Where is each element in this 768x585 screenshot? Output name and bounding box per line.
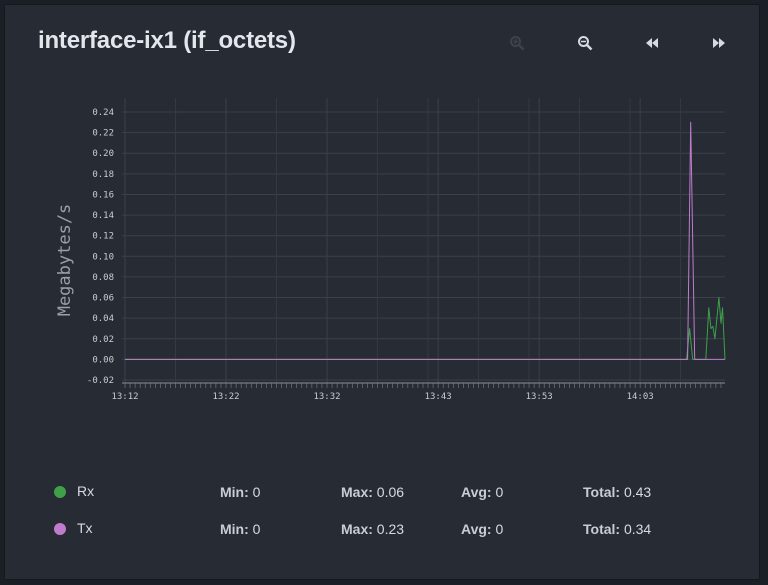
series-line-tx <box>125 121 725 360</box>
legend-name: Tx <box>77 520 93 536</box>
y-tick-label: 0.10 <box>92 252 114 262</box>
y-tick-label: 0.04 <box>92 314 114 324</box>
rx-color-dot <box>54 486 66 498</box>
min-stat: Min: 0 <box>220 484 261 500</box>
line-chart: 0.24 0.22 0.20 0.18 0.16 0.14 0.12 0.10 0.08 0.06… <box>55 98 726 402</box>
y-axis-ticks: 0.24 0.22 0.20 0.18 0.16 0.14 0.12 0.10 0.08 0.06… <box>87 108 114 386</box>
x-tick-label: 13:53 <box>526 392 553 402</box>
x-tick-label: 13:43 <box>425 392 452 402</box>
tx-color-dot <box>54 523 66 535</box>
legend-name: Rx <box>77 483 95 499</box>
y-tick-label: 0.02 <box>92 335 114 345</box>
x-axis-ticks: 13:12 13:22 13:32 13:43 13:53 14:03 <box>111 382 725 402</box>
avg-stat: Avg: 0 <box>461 484 504 500</box>
y-tick-label: 0.24 <box>92 108 114 118</box>
min-stat: Min: 0 <box>220 521 261 537</box>
x-tick-label: 14:03 <box>627 392 654 402</box>
chart-grid <box>122 98 725 383</box>
y-tick-label: -0.02 <box>87 376 114 386</box>
x-tick-label: 13:22 <box>212 392 239 402</box>
y-tick-label: 0.16 <box>92 190 114 200</box>
max-stat: Max: 0.06 <box>341 484 405 500</box>
y-tick-label: 0.14 <box>92 211 114 221</box>
total-stat: Total: 0.43 <box>583 484 652 500</box>
y-tick-label: 0.06 <box>92 294 114 304</box>
avg-stat: Avg: 0 <box>461 521 504 537</box>
legend-row-rx: Rx Min: 0 Max: 0.06 Avg: 0 Total: 0.43 <box>5 483 759 503</box>
graph-panel: interface-ix1 (if_octets) 0.24 0.22 0.20 0.… <box>4 4 760 580</box>
y-tick-label: 0.08 <box>92 273 114 283</box>
y-tick-label: 0.12 <box>92 232 114 242</box>
legend-row-tx: Tx Min: 0 Max: 0.23 Avg: 0 Total: 0.34 <box>5 520 759 540</box>
x-tick-label: 13:12 <box>111 392 138 402</box>
series-line-rx <box>125 297 726 360</box>
y-tick-label: 0.00 <box>92 355 114 365</box>
max-stat: Max: 0.23 <box>341 521 405 537</box>
y-tick-label: 0.18 <box>92 170 114 180</box>
y-axis-label: Megabytes/s <box>55 204 75 317</box>
y-tick-label: 0.22 <box>92 129 114 139</box>
x-tick-label: 13:32 <box>313 392 340 402</box>
total-stat: Total: 0.34 <box>583 521 652 537</box>
chart-series <box>125 121 726 360</box>
y-tick-label: 0.20 <box>92 149 114 159</box>
